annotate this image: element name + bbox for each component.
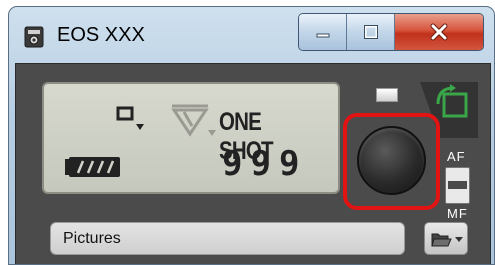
close-button[interactable]: [395, 14, 483, 50]
window-title: EOS XXX: [57, 24, 145, 46]
lcd-panel: ONE SHOT 999: [42, 82, 340, 194]
chevron-down-icon: [454, 236, 463, 242]
folder-open-icon: [430, 233, 452, 246]
minimize-button[interactable]: [299, 14, 347, 50]
camera-panel: ONE SHOT 999 AF MF Pictures: [15, 63, 491, 264]
focus-switch-knob: [448, 181, 467, 189]
shutter-button[interactable]: [357, 126, 426, 195]
camera-app-icon: [24, 26, 44, 48]
minimize-icon: [316, 33, 329, 38]
folder-select-button[interactable]: [424, 222, 468, 255]
app-window: EOS XXX ONE SHOT 999 AF MF Pictures: [8, 6, 495, 265]
focus-mf-label: MF: [447, 206, 468, 221]
maximize-button[interactable]: [347, 14, 395, 50]
metering-mode-icon: [171, 104, 216, 137]
title-bar[interactable]: EOS XXX: [9, 7, 494, 63]
focus-mode-switch[interactable]: [445, 167, 470, 204]
focus-af-label: AF: [447, 149, 466, 164]
battery-full-icon: [65, 157, 120, 177]
shots-remaining: 999: [222, 144, 308, 184]
close-icon: [430, 23, 448, 41]
live-view-icon[interactable]: [376, 88, 398, 102]
maximize-icon: [363, 25, 378, 39]
window-controls: [298, 13, 484, 51]
destination-folder-field[interactable]: Pictures: [50, 222, 405, 255]
single-shot-drive-icon: [116, 106, 144, 130]
